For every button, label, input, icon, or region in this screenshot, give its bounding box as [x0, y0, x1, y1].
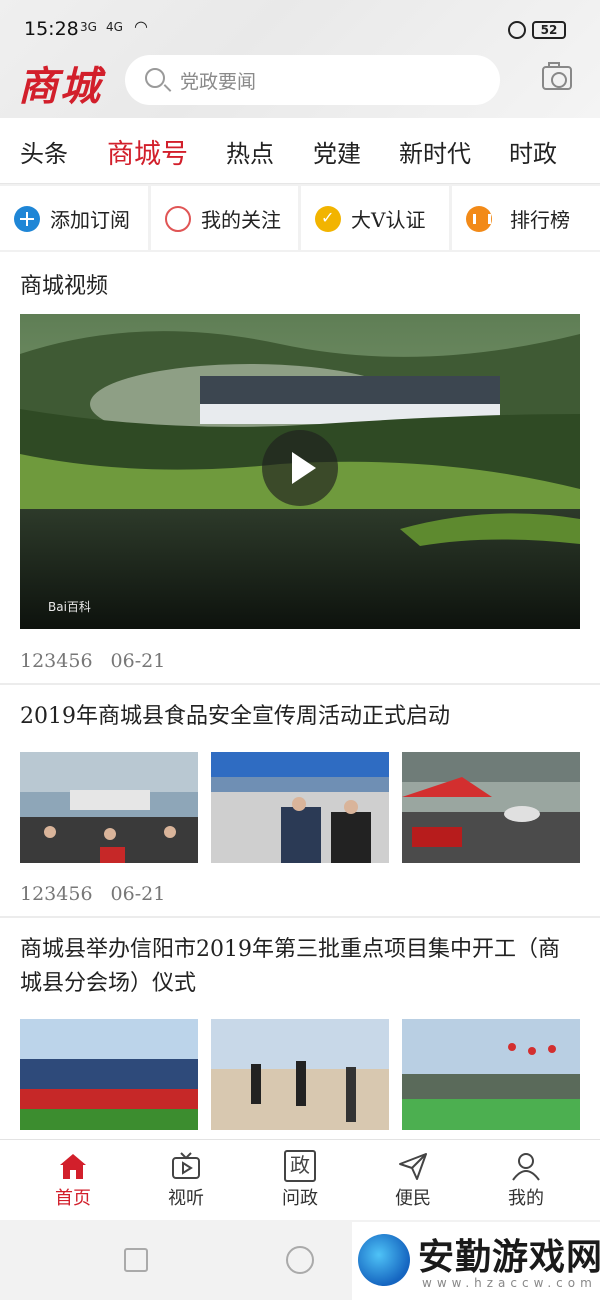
recents-icon[interactable]: [124, 1248, 148, 1272]
nav-wenzheng[interactable]: 政 问政: [240, 1140, 360, 1221]
nav-mine[interactable]: 我的: [466, 1140, 586, 1221]
bigv-verify-label: 大V认证: [351, 208, 426, 232]
home-button-icon[interactable]: [286, 1246, 314, 1274]
watermark-logo-icon: [358, 1234, 410, 1286]
tab-shangchenghao[interactable]: 商城号: [107, 132, 188, 171]
add-subscription-label: 添加订阅: [50, 208, 130, 232]
search-placeholder: 党政要闻: [180, 71, 257, 93]
signal-4g-icon: 4G: [106, 20, 123, 34]
divider: [0, 683, 600, 685]
ranking-icon: [466, 206, 492, 232]
home-icon: [60, 1154, 86, 1179]
camera-icon[interactable]: [542, 62, 572, 90]
status-time: 15:28: [24, 18, 79, 40]
article-meta: 123456 06-21: [20, 883, 165, 905]
user-icon: [512, 1153, 540, 1181]
status-bar: 15:28 3G 4G ◠ 52: [0, 0, 600, 56]
tab-xinshidai[interactable]: 新时代: [399, 134, 471, 169]
watermark-url: www.hzaccw.com: [422, 1276, 597, 1290]
nav-wenzheng-label: 问政: [282, 1188, 318, 1209]
article-image[interactable]: [20, 1019, 198, 1130]
view-count: 123456: [20, 883, 93, 905]
article-image[interactable]: [211, 1019, 389, 1130]
rotation-lock-icon: [508, 21, 526, 39]
signal-3g-icon: 3G: [80, 20, 97, 34]
tab-toutiao[interactable]: 头条: [20, 134, 68, 169]
circle-icon: [165, 206, 191, 232]
bigv-verify-button[interactable]: 大V认证: [301, 186, 449, 250]
nav-video-label: 视听: [168, 1188, 204, 1209]
nav-home-label: 首页: [55, 1188, 91, 1209]
baidu-watermark: Bai百科: [48, 600, 91, 614]
my-follows-label: 我的关注: [201, 208, 281, 232]
tab-shizheng[interactable]: 时政: [509, 134, 557, 169]
wifi-icon: ◠: [134, 17, 148, 36]
app-logo[interactable]: 商城: [18, 54, 102, 112]
search-bar[interactable]: 党政要闻: [125, 55, 500, 105]
publish-date: 06-21: [110, 883, 166, 905]
add-subscription-button[interactable]: 添加订阅: [0, 186, 148, 250]
nav-bianmin-label: 便民: [395, 1188, 431, 1209]
channel-tabs: 头条 商城号 热点 党建 新时代 时政: [0, 118, 600, 184]
section-title: 商城视频: [20, 274, 109, 299]
tab-redian[interactable]: 热点: [226, 134, 274, 169]
zheng-icon: 政: [284, 1150, 316, 1182]
video-card[interactable]: Bai百科: [20, 314, 580, 629]
nav-bianmin[interactable]: 便民: [353, 1140, 473, 1221]
view-count: 123456: [20, 650, 93, 672]
ranking-label: 排行榜: [510, 208, 570, 232]
article-title[interactable]: 商城县举办信阳市2019年第三批重点项目集中开工（商城县分会场）仪式: [20, 933, 580, 1001]
publish-date: 06-21: [110, 650, 166, 672]
tab-dangjian[interactable]: 党建: [313, 134, 361, 169]
bottom-nav: 首页 视听 政 问政 便民 我的: [0, 1139, 600, 1220]
plus-icon: [14, 206, 40, 232]
ranking-button[interactable]: 排行榜: [452, 186, 600, 250]
nav-home[interactable]: 首页: [13, 1140, 133, 1221]
quick-actions: 添加订阅 我的关注 大V认证 排行榜: [0, 184, 600, 252]
video-meta: 123456 06-21: [20, 650, 165, 672]
v-badge-icon: [315, 206, 341, 232]
send-icon: [399, 1153, 427, 1180]
article-image[interactable]: [402, 1019, 580, 1130]
nav-video[interactable]: 视听: [126, 1140, 246, 1221]
watermark-text: 安勤游戏网: [418, 1237, 600, 1278]
my-follows-button[interactable]: 我的关注: [151, 186, 298, 250]
battery-icon: 52: [532, 21, 566, 39]
article-image[interactable]: [402, 752, 580, 863]
divider: [0, 916, 600, 918]
nav-mine-label: 我的: [508, 1188, 544, 1209]
article-title[interactable]: 2019年商城县食品安全宣传周活动正式启动: [20, 700, 580, 734]
tv-icon: [172, 1152, 200, 1179]
site-watermark: 安勤游戏网 www.hzaccw.com: [352, 1222, 600, 1300]
article-image[interactable]: [211, 752, 389, 863]
play-icon[interactable]: [262, 430, 338, 506]
search-icon: [145, 68, 165, 88]
article-image[interactable]: [20, 752, 198, 863]
